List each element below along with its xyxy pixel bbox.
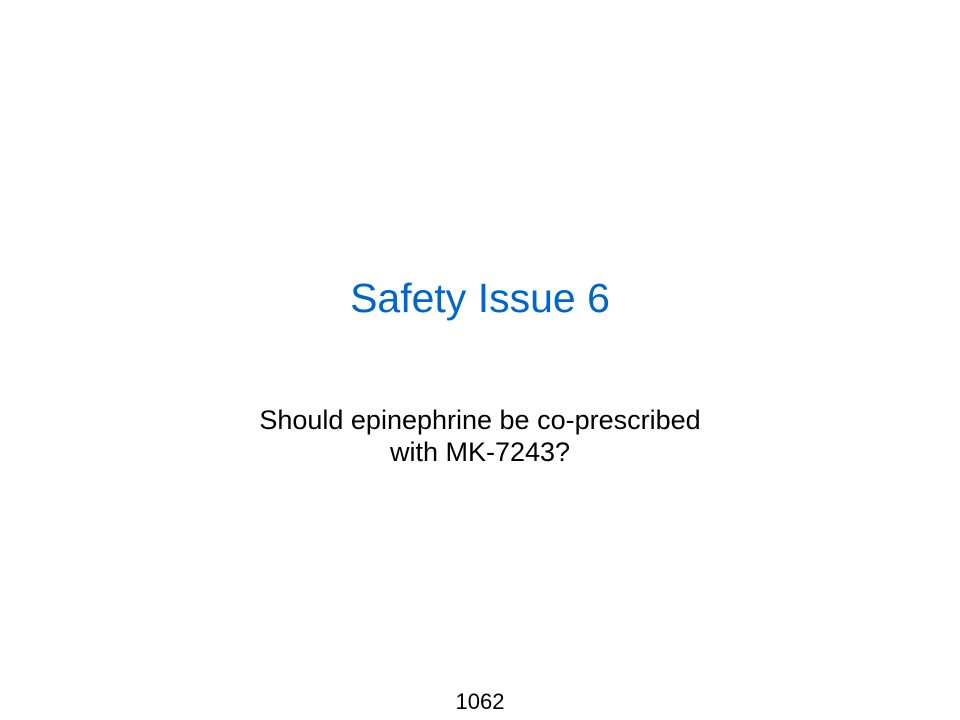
- subtitle-line: with MK-7243?: [389, 437, 571, 467]
- slide: Safety Issue 6 Should epinephrine be co-…: [0, 0, 960, 720]
- page-number: 1062: [455, 689, 505, 714]
- slide-title: Safety Issue 6: [350, 275, 610, 321]
- subtitle-line: Should epinephrine be co-prescribed: [259, 405, 701, 435]
- slide-subtitle: Should epinephrine be co-prescribed with…: [180, 404, 780, 468]
